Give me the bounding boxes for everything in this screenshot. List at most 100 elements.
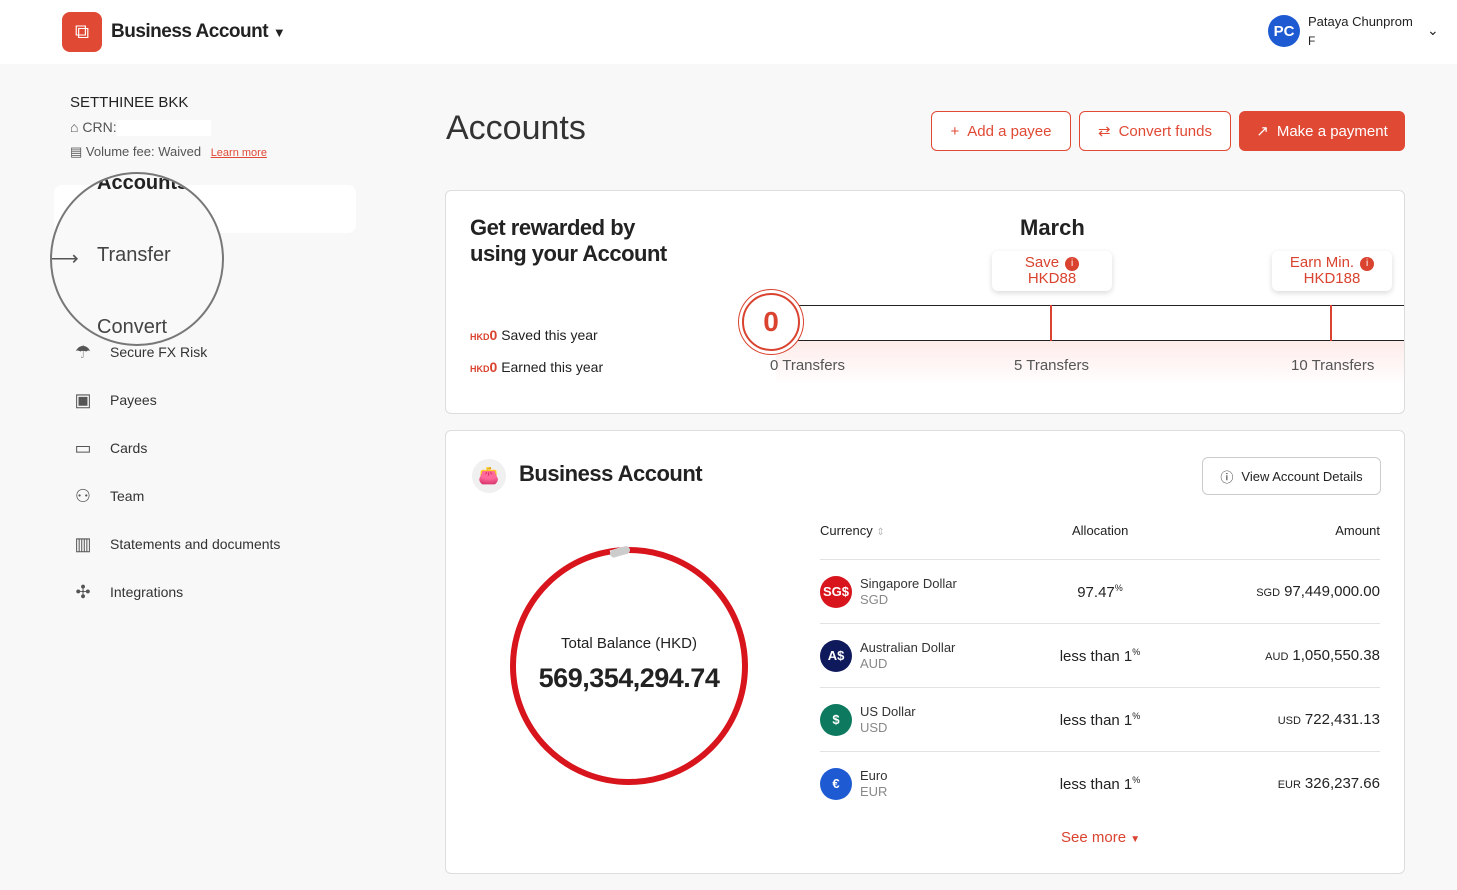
add-payee-button[interactable]: + Add a payee bbox=[931, 111, 1071, 151]
button-label: View Account Details bbox=[1241, 468, 1363, 484]
sidebar-item-transfer[interactable]: Transfer bbox=[97, 244, 171, 267]
amount: USD 722,431.13 bbox=[1277, 711, 1380, 728]
currency-flag-icon: € bbox=[820, 767, 852, 800]
donut-segment-other bbox=[610, 546, 630, 558]
crn-label: CRN: bbox=[82, 119, 117, 135]
progress-track bbox=[776, 305, 1404, 341]
make-payment-button[interactable]: ↗ Make a payment bbox=[1239, 111, 1405, 151]
volume-fee: Volume fee: Waived bbox=[85, 144, 202, 159]
currency-code: AUD bbox=[860, 655, 888, 671]
rewards-card: Get rewarded by using your Account March … bbox=[445, 190, 1405, 414]
currency-name: Euro bbox=[860, 767, 888, 783]
transfer-count-badge: 0 bbox=[742, 293, 800, 351]
wallet-icon: 👛 bbox=[472, 459, 506, 493]
balance-label: Total Balance (HKD) bbox=[561, 635, 697, 652]
book-icon: ▥ bbox=[74, 533, 92, 554]
earned-stat: HKD0 Earned this year bbox=[470, 359, 604, 375]
see-more-button[interactable]: See more ▼ bbox=[1061, 829, 1140, 846]
nav-label: Payees bbox=[110, 392, 157, 408]
milestone-5 bbox=[1050, 305, 1052, 341]
home-icon: ⌂ bbox=[70, 119, 79, 135]
caret-down-icon: ▼ bbox=[272, 25, 286, 40]
button-label: Convert funds bbox=[1118, 122, 1212, 140]
total-balance: 569,354,294.74 bbox=[538, 663, 720, 693]
contact-book-icon: ▣ bbox=[74, 389, 92, 410]
exchange-icon: ⇄ bbox=[1098, 123, 1111, 140]
plus-icon: + bbox=[950, 122, 960, 140]
account-switcher[interactable]: Business Account ▼ bbox=[111, 21, 286, 43]
convert-funds-button[interactable]: ⇄ Convert funds bbox=[1079, 111, 1231, 151]
sidebar-item-convert[interactable]: Convert bbox=[97, 316, 167, 339]
allocation-column-header: Allocation bbox=[1072, 523, 1129, 538]
sort-icon: ⇕ bbox=[876, 527, 885, 538]
sidebar-item-team[interactable]: ⚇ Team bbox=[70, 481, 144, 511]
sidebar-item-integrations[interactable]: ✣ Integrations bbox=[70, 577, 183, 607]
button-label: Add a payee bbox=[967, 122, 1052, 140]
currency-flag-icon: A$ bbox=[820, 639, 852, 672]
magnifier-overlay: Accounts ⟶ Transfer Convert bbox=[50, 172, 224, 346]
currency-name: US Dollar bbox=[860, 703, 916, 719]
volume-fee-row: ▤ Volume fee: Waived Learn more bbox=[70, 144, 267, 160]
currency-row[interactable]: A$ Australian Dollar AUD less than 1% AUD… bbox=[820, 623, 1380, 687]
tick-10: 10 Transfers bbox=[1291, 357, 1375, 374]
tick-5: 5 Transfers bbox=[1014, 357, 1090, 374]
sidebar-item-accounts-label: Accounts bbox=[97, 172, 189, 194]
currency-name: Australian Dollar bbox=[860, 639, 956, 655]
puzzle-icon: ✣ bbox=[75, 581, 91, 602]
rewards-title: Get rewarded by using your Account bbox=[470, 215, 667, 266]
brand-name: Business Account bbox=[111, 21, 269, 42]
amount: EUR 326,237.66 bbox=[1277, 775, 1380, 792]
milestone-10 bbox=[1330, 305, 1332, 341]
team-icon: ⚇ bbox=[74, 485, 92, 506]
earn-tooltip[interactable]: Earn Min. i HKD188 bbox=[1272, 251, 1392, 291]
chevron-down-icon[interactable]: ⌄ bbox=[1427, 22, 1439, 39]
tick-0: 0 Transfers bbox=[770, 357, 846, 374]
nav-label: Statements and documents bbox=[110, 536, 281, 552]
sidebar-item-statements[interactable]: ▥ Statements and documents bbox=[70, 529, 280, 559]
view-account-details-button[interactable]: ⓘ View Account Details bbox=[1202, 457, 1381, 495]
allocation: 97.47% bbox=[1077, 582, 1123, 601]
currency-code: EUR bbox=[860, 783, 888, 799]
learn-more-link[interactable]: Learn more bbox=[211, 147, 267, 159]
sidebar-item-cards[interactable]: ▭ Cards bbox=[70, 433, 147, 463]
button-label: Make a payment bbox=[1276, 122, 1388, 140]
info-icon: i bbox=[1065, 257, 1080, 271]
app-logo[interactable]: ⧉ bbox=[62, 12, 102, 52]
card-icon: ▭ bbox=[74, 437, 92, 458]
page-title: Accounts bbox=[446, 109, 586, 147]
info-icon: i bbox=[1360, 257, 1375, 271]
umbrella-icon: ☂ bbox=[74, 341, 92, 362]
currency-row[interactable]: $ US Dollar USD less than 1% USD 722,431.1… bbox=[820, 687, 1380, 751]
transfer-icon: ⟶ bbox=[50, 248, 79, 270]
company-name: SETTHINEE BKK bbox=[70, 94, 189, 111]
coins-icon: ▤ bbox=[70, 144, 83, 159]
allocation: less than 1% bbox=[1059, 646, 1141, 665]
currency-flag-icon: SG$ bbox=[820, 575, 852, 608]
currency-row[interactable]: SG$ Singapore Dollar SGD 97.47% SGD 97,449… bbox=[820, 559, 1380, 623]
sidebar-item-secure-fx[interactable]: ☂ Secure FX Risk bbox=[70, 337, 207, 367]
nav-label: Secure FX Risk bbox=[110, 344, 208, 360]
currency-name: Singapore Dollar bbox=[860, 575, 957, 591]
amount: SGD 97,449,000.00 bbox=[1256, 583, 1380, 600]
save-tooltip[interactable]: Save i HKD88 bbox=[992, 251, 1112, 291]
account-title: Business Account bbox=[519, 461, 703, 486]
saved-stat: HKD0 Saved this year bbox=[470, 327, 598, 343]
amount: AUD 1,050,550.38 bbox=[1265, 647, 1380, 664]
allocation: less than 1% bbox=[1059, 710, 1141, 729]
amount-column-header: Amount bbox=[1335, 523, 1380, 538]
currency-flag-icon: $ bbox=[820, 703, 852, 736]
caret-down-icon: ▼ bbox=[1130, 834, 1141, 845]
currency-code: SGD bbox=[860, 591, 889, 607]
info-circle-icon: ⓘ bbox=[1220, 469, 1234, 485]
currency-code: USD bbox=[860, 719, 888, 735]
currency-column-header[interactable]: Currency ⇕ bbox=[820, 523, 885, 538]
arrow-up-right-icon: ↗ bbox=[1256, 123, 1269, 140]
nav-label: Team bbox=[110, 488, 145, 504]
currency-row[interactable]: € Euro EUR less than 1% EUR 326,237.66 bbox=[820, 751, 1380, 815]
rewards-month: March bbox=[1020, 215, 1085, 240]
nav-label: Cards bbox=[110, 440, 148, 456]
crn-row: ⌂ CRN: bbox=[70, 119, 211, 137]
nav-label: Integrations bbox=[110, 584, 184, 600]
sidebar-item-payees[interactable]: ▣ Payees bbox=[70, 385, 157, 415]
avatar[interactable]: PC bbox=[1268, 15, 1300, 47]
